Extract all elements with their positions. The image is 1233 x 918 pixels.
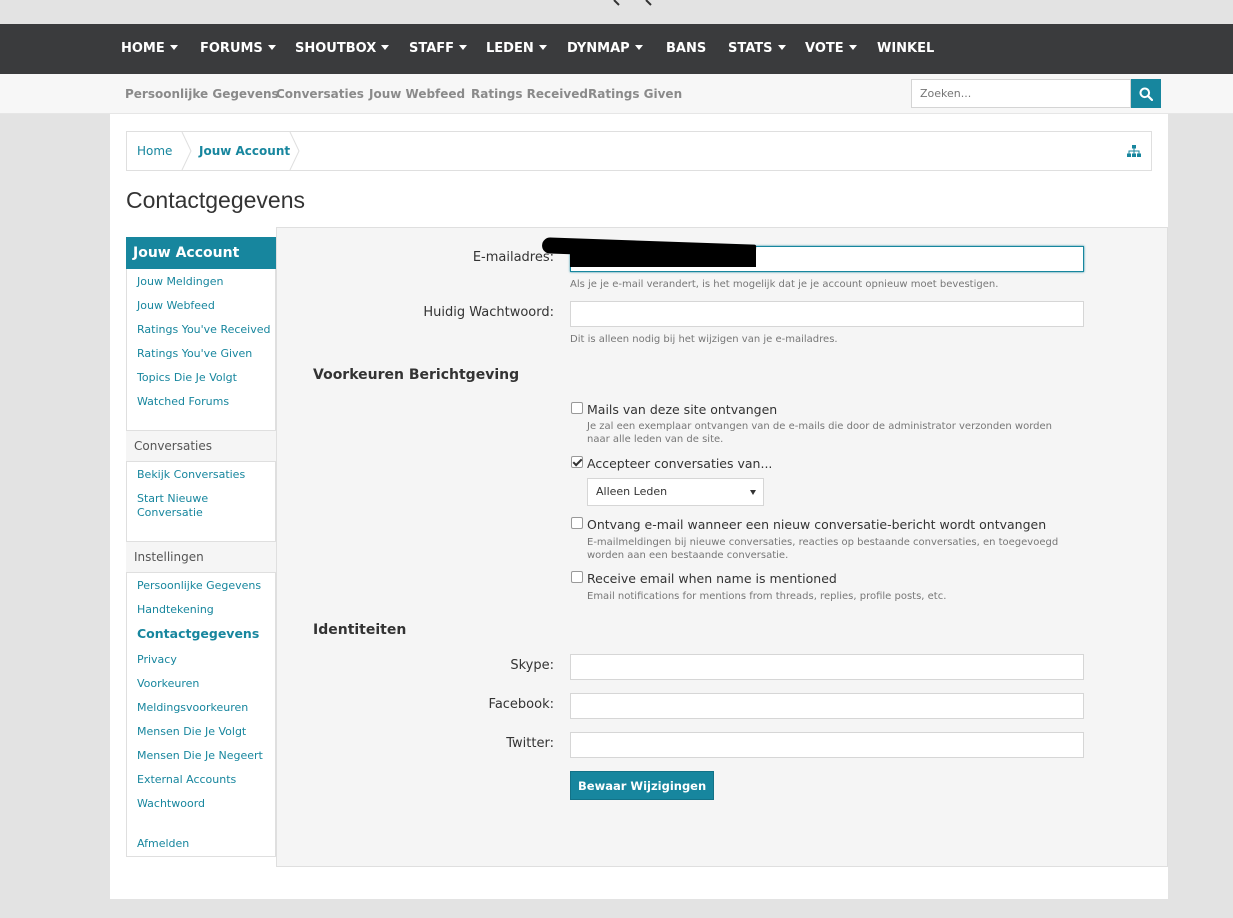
nav-tab-winkel[interactable]: WINKEL	[877, 24, 934, 74]
breadcrumb: Home Jouw Account	[126, 131, 1152, 171]
conversation-email-label[interactable]: Ontvang e-mail wanneer een nieuw convers…	[587, 517, 1046, 532]
sidebar-item-contactgegevens[interactable]: Contactgegevens	[137, 627, 259, 641]
breadcrumb-jouw-account[interactable]: Jouw Account	[199, 132, 290, 170]
accept-conversations-checkbox[interactable]	[571, 456, 583, 468]
mention-email-hint: Email notifications for mentions from th…	[587, 591, 947, 602]
sidebar-item-watched-forums[interactable]: Watched Forums	[137, 395, 229, 409]
nav-tab-stats[interactable]: STATS	[728, 24, 786, 74]
mention-email-label[interactable]: Receive email when name is mentioned	[587, 571, 837, 586]
sidebar-item-start-nieuwe-conversatie[interactable]: Start Nieuwe Conversatie	[137, 492, 217, 520]
subnav-link-conversaties[interactable]: Conversaties	[276, 74, 364, 114]
password-label: Huidig Wachtwoord:	[423, 305, 554, 320]
chevron-down-icon	[848, 45, 857, 50]
sidebar-item-voorkeuren[interactable]: Voorkeuren	[137, 677, 199, 691]
search-icon	[1139, 87, 1153, 101]
site-mails-checkbox[interactable]	[571, 402, 583, 414]
twitter-label: Twitter:	[506, 736, 554, 751]
breadcrumb-separator	[181, 132, 192, 170]
nav-tab-bans[interactable]: BANS	[666, 24, 706, 74]
sidebar-item-mensen-die-je-volgt[interactable]: Mensen Die Je Volgt	[137, 725, 246, 739]
notifications-section-title: Voorkeuren Berichtgeving	[313, 367, 520, 383]
subnav-link-persoonlijke-gegevens[interactable]: Persoonlijke Gegevens	[125, 74, 279, 114]
content-area: Home Jouw Account Contactgegevens Jouw A…	[110, 114, 1168, 899]
page-title: Contactgegevens	[126, 187, 306, 213]
chevron-down-icon	[750, 490, 756, 495]
skype-label: Skype:	[510, 658, 554, 673]
sidebar-item-privacy[interactable]: Privacy	[137, 653, 177, 667]
password-field[interactable]	[570, 301, 1084, 327]
conversation-email-checkbox[interactable]	[571, 517, 583, 529]
nav-tab-staff[interactable]: STAFF	[409, 24, 468, 74]
site-mails-label[interactable]: Mails van deze site ontvangen	[587, 402, 777, 417]
conversation-privacy-select[interactable]: Alleen Leden	[587, 478, 764, 506]
main-navigation: HOME FORUMS SHOUTBOX STAFF LEDEN DYNMAP …	[0, 24, 1233, 74]
sidebar-item-handtekening[interactable]: Handtekening	[137, 603, 214, 617]
nav-tab-vote[interactable]: VOTE	[805, 24, 857, 74]
identities-section-title: Identiteiten	[313, 622, 407, 638]
sidebar-item-afmelden[interactable]: Afmelden	[137, 837, 189, 851]
password-hint: Dit is alleen nodig bij het wijzigen van…	[570, 334, 838, 345]
search-input[interactable]	[911, 79, 1131, 108]
nav-tab-shoutbox[interactable]: SHOUTBOX	[295, 24, 390, 74]
subnav-link-jouw-webfeed[interactable]: Jouw Webfeed	[369, 74, 465, 114]
breadcrumb-separator	[289, 132, 300, 170]
nav-tab-leden[interactable]: LEDEN	[486, 24, 547, 74]
sidebar-item-jouw-webfeed[interactable]: Jouw Webfeed	[137, 299, 215, 313]
save-button[interactable]: Bewaar Wijzigingen	[570, 771, 715, 800]
sidebar-item-external-accounts[interactable]: External Accounts	[137, 773, 236, 787]
sidebar-item-jouw-meldingen[interactable]: Jouw Meldingen	[137, 275, 224, 289]
chevron-down-icon	[538, 45, 547, 50]
sidebar-header: Jouw Account	[126, 237, 277, 269]
subnav-link-ratings-received[interactable]: Ratings Received	[471, 74, 588, 114]
nav-tab-forums[interactable]: FORUMS	[200, 24, 276, 74]
chevron-down-icon	[459, 45, 468, 50]
skype-field[interactable]	[570, 654, 1084, 680]
sidebar-item-topics-die-je-volgt[interactable]: Topics Die Je Volgt	[137, 371, 237, 385]
sub-navigation: Persoonlijke Gegevens Conversaties Jouw …	[0, 74, 1233, 114]
chevron-down-icon	[267, 45, 276, 50]
account-sidebar: Jouw Account Jouw Meldingen Jouw Webfeed…	[126, 237, 277, 857]
conversation-email-hint: E-mailmeldingen bij nieuwe conversaties,…	[587, 537, 1059, 561]
sidebar-section-instellingen: Instellingen	[126, 541, 277, 573]
subnav-link-ratings-given[interactable]: Ratings Given	[588, 74, 682, 114]
conversation-privacy-value: Alleen Leden	[596, 485, 668, 498]
site-mails-hint: Je zal een exemplaar ontvangen van de e-…	[587, 421, 1052, 445]
facebook-field[interactable]	[570, 693, 1084, 719]
nav-tab-home[interactable]: HOME	[121, 24, 178, 74]
nav-tab-dynmap[interactable]: DYNMAP	[567, 24, 643, 74]
twitter-field[interactable]	[570, 732, 1084, 758]
chevron-down-icon	[381, 45, 390, 50]
email-label: E-mailadres:	[472, 250, 554, 265]
chevron-down-icon	[634, 45, 643, 50]
email-hint: Als je je e-mail verandert, is het mogel…	[570, 279, 999, 290]
breadcrumb-home[interactable]: Home	[137, 132, 172, 170]
redaction-mark	[570, 251, 756, 267]
sidebar-item-ratings-received[interactable]: Ratings You've Received	[137, 323, 271, 337]
sidebar-item-ratings-given[interactable]: Ratings You've Given	[137, 347, 252, 361]
sitemap-icon[interactable]	[1127, 144, 1141, 158]
chevron-down-icon	[169, 45, 178, 50]
site-logo	[613, 0, 652, 6]
sidebar-item-persoonlijke-gegevens[interactable]: Persoonlijke Gegevens	[137, 579, 261, 593]
contact-details-form: E-mailadres: Als je je e-mail verandert,…	[276, 227, 1168, 867]
search-button[interactable]	[1131, 79, 1161, 108]
sidebar-section-conversaties: Conversaties	[126, 430, 277, 462]
sidebar-item-bekijk-conversaties[interactable]: Bekijk Conversaties	[137, 468, 245, 482]
sidebar-item-wachtwoord[interactable]: Wachtwoord	[137, 797, 205, 811]
mention-email-checkbox[interactable]	[571, 571, 583, 583]
sidebar-item-meldingsvoorkeuren[interactable]: Meldingsvoorkeuren	[137, 701, 248, 715]
sidebar-item-mensen-die-je-negeert[interactable]: Mensen Die Je Negeert	[137, 749, 263, 763]
top-strip	[0, 0, 1233, 24]
accept-conversations-label[interactable]: Accepteer conversaties van...	[587, 456, 772, 471]
facebook-label: Facebook:	[488, 697, 554, 712]
chevron-down-icon	[777, 45, 786, 50]
